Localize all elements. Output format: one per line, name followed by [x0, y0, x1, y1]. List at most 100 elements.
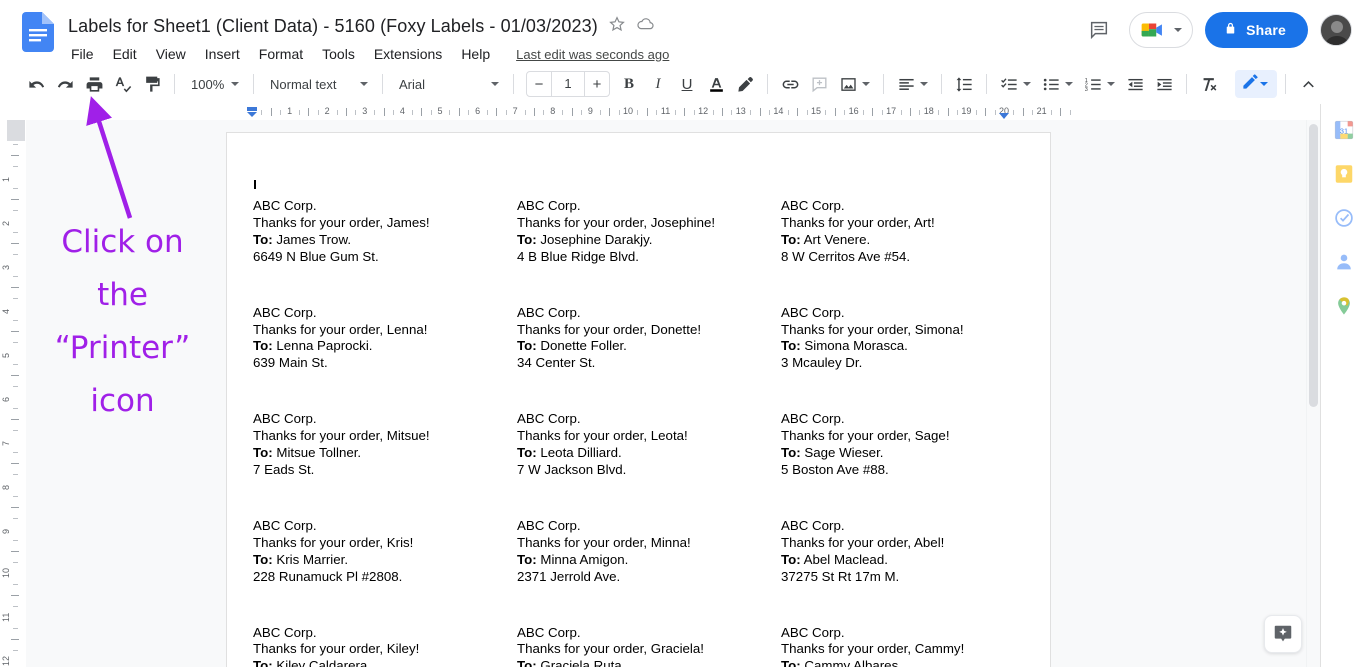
menu-edit[interactable]: Edit [110, 45, 140, 63]
vertical-scrollbar-thumb[interactable] [1309, 124, 1318, 407]
indent-marker-left[interactable] [246, 105, 258, 117]
font-size-decrease-button[interactable]: − [527, 72, 551, 96]
toolbar-divider [1186, 74, 1187, 94]
spellcheck-icon[interactable] [109, 70, 137, 98]
text-color-button[interactable] [702, 70, 730, 98]
underline-button[interactable]: U [673, 70, 701, 98]
zoom-selector[interactable]: 100% [183, 70, 245, 98]
google-calendar-icon[interactable]: 31 [1332, 118, 1356, 142]
mailing-label[interactable]: ABC Corp. Thanks for your order, Abel! To:… [781, 518, 1045, 586]
bulleted-list-button[interactable] [1037, 70, 1078, 98]
decrease-indent-icon[interactable] [1121, 70, 1149, 98]
paragraph-style-selector[interactable]: Normal text [262, 70, 374, 98]
mailing-label[interactable]: ABC Corp. Thanks for your order, Kiley! To… [253, 625, 517, 667]
align-button[interactable] [892, 70, 933, 98]
label-recipient: To: Kris Marrier. [253, 552, 517, 569]
mailing-label[interactable]: ABC Corp. Thanks for your order, Simona! T… [781, 305, 1045, 373]
ruler-tick [11, 595, 19, 596]
star-icon[interactable] [608, 15, 626, 38]
ruler-tick [13, 364, 18, 365]
mailing-label[interactable]: ABC Corp. Thanks for your order, Josephin… [517, 198, 781, 266]
chevron-down-icon[interactable] [1174, 28, 1183, 32]
google-contacts-icon[interactable] [1332, 250, 1356, 274]
google-meet-button[interactable] [1129, 12, 1194, 48]
share-button[interactable]: Share [1205, 12, 1308, 48]
edit-mode-button[interactable] [1235, 70, 1277, 98]
mailing-label[interactable]: ABC Corp. Thanks for your order, Lenna! To… [253, 305, 517, 373]
paint-format-icon[interactable] [138, 70, 166, 98]
insert-image-icon [834, 70, 862, 98]
increase-indent-icon[interactable] [1150, 70, 1178, 98]
label-name: Art Venere. [800, 231, 871, 247]
google-keep-icon[interactable] [1332, 162, 1356, 186]
redo-icon[interactable] [51, 70, 79, 98]
add-comment-icon[interactable] [805, 70, 833, 98]
collapse-toolbar-button[interactable] [1294, 70, 1322, 98]
lock-icon [1223, 21, 1238, 39]
mailing-label[interactable]: ABC Corp. Thanks for your order, Minna! To… [517, 518, 781, 586]
mailing-label[interactable]: ABC Corp. Thanks for your order, Leota! To… [517, 411, 781, 479]
document-workspace[interactable]: ABC Corp. Thanks for your order, James! To… [26, 120, 1320, 667]
mailing-label[interactable]: ABC Corp. Thanks for your order, Sage! To:… [781, 411, 1045, 479]
google-tasks-icon[interactable] [1332, 206, 1356, 230]
share-label: Share [1246, 22, 1286, 38]
mailing-label[interactable]: ABC Corp. Thanks for your order, Cammy! To… [781, 625, 1045, 667]
last-edit-status[interactable]: Last edit was seconds ago [516, 47, 669, 62]
menu-format[interactable]: Format [256, 45, 306, 63]
font-size-increase-button[interactable]: + [585, 72, 609, 96]
menu-extensions[interactable]: Extensions [371, 45, 445, 63]
mailing-label[interactable]: ABC Corp. Thanks for your order, Graciela… [517, 625, 781, 667]
ruler-tick [13, 452, 18, 453]
font-selector[interactable]: Arial [391, 70, 505, 98]
vertical-scrollbar[interactable] [1306, 120, 1320, 667]
clear-formatting-icon[interactable] [1195, 70, 1223, 98]
avatar[interactable] [1320, 14, 1352, 46]
ruler-tick [11, 155, 19, 156]
label-company: ABC Corp. [781, 304, 845, 320]
menu-view[interactable]: View [153, 45, 189, 63]
document-page[interactable]: ABC Corp. Thanks for your order, James! To… [227, 133, 1050, 667]
mailing-label[interactable]: ABC Corp. Thanks for your order, Donette!… [517, 305, 781, 373]
link-icon[interactable] [776, 70, 804, 98]
document-title[interactable]: Labels for Sheet1 (Client Data) - 5160 (… [68, 14, 598, 38]
toolbar-divider [986, 74, 987, 94]
mailing-label[interactable]: ABC Corp. Thanks for your order, Kris! To:… [253, 518, 517, 586]
label-to-prefix: To: [517, 231, 537, 247]
insert-image-button[interactable] [834, 70, 875, 98]
indent-marker-right[interactable] [998, 108, 1010, 119]
label-company: ABC Corp. [253, 304, 317, 320]
mailing-label[interactable]: ABC Corp. Thanks for your order, Mitsue! T… [253, 411, 517, 479]
label-thanks: Thanks for your order, Kris! [253, 534, 414, 550]
menu-file[interactable]: File [68, 45, 97, 63]
menu-tools[interactable]: Tools [319, 45, 358, 63]
undo-icon[interactable] [22, 70, 50, 98]
checklist-button[interactable] [995, 70, 1036, 98]
italic-button[interactable]: I [644, 70, 672, 98]
horizontal-ruler[interactable]: 1 2 3 4 5 6 7 8 9 10 11 12 13 14 15 16 17 18 19 20 21 [0, 104, 1320, 120]
ruler-tick [11, 243, 19, 244]
menu-help[interactable]: Help [458, 45, 493, 63]
comment-history-icon[interactable] [1081, 12, 1117, 48]
ruler-number: 9 [587, 106, 593, 116]
line-spacing-icon[interactable] [950, 70, 978, 98]
mailing-label[interactable]: ABC Corp. Thanks for your order, Art! To: … [781, 198, 1045, 266]
numbered-list-button[interactable]: 1 2 3 [1079, 70, 1120, 98]
label-company: ABC Corp. [781, 411, 845, 427]
cloud-saved-icon[interactable] [636, 14, 655, 38]
mailing-label[interactable]: ABC Corp. Thanks for your order, James! To… [253, 198, 517, 266]
bold-button[interactable]: B [615, 70, 643, 98]
font-size-input[interactable]: 1 [551, 72, 585, 96]
google-docs-icon[interactable] [22, 12, 54, 52]
google-maps-icon[interactable] [1332, 294, 1356, 318]
horizontal-ruler-track[interactable]: 1 2 3 4 5 6 7 8 9 10 11 12 13 14 15 16 17 18 19 20 21 [230, 104, 1320, 120]
menu-insert[interactable]: Insert [202, 45, 243, 63]
label-name: Lenna Paprocki. [272, 338, 373, 354]
label-name: Abel Maclead. [800, 551, 888, 567]
print-icon[interactable] [80, 70, 108, 98]
vertical-ruler-track[interactable]: 1 2 3 4 5 6 7 8 9 10 11 12 [0, 120, 26, 667]
vertical-ruler[interactable]: 1 2 3 4 5 6 7 8 9 10 11 12 [0, 120, 26, 667]
highlight-pen-icon[interactable] [731, 70, 759, 98]
ruler-tick [13, 254, 18, 255]
explore-button[interactable] [1264, 615, 1302, 653]
label-address: 7 W Jackson Blvd. [517, 461, 627, 477]
